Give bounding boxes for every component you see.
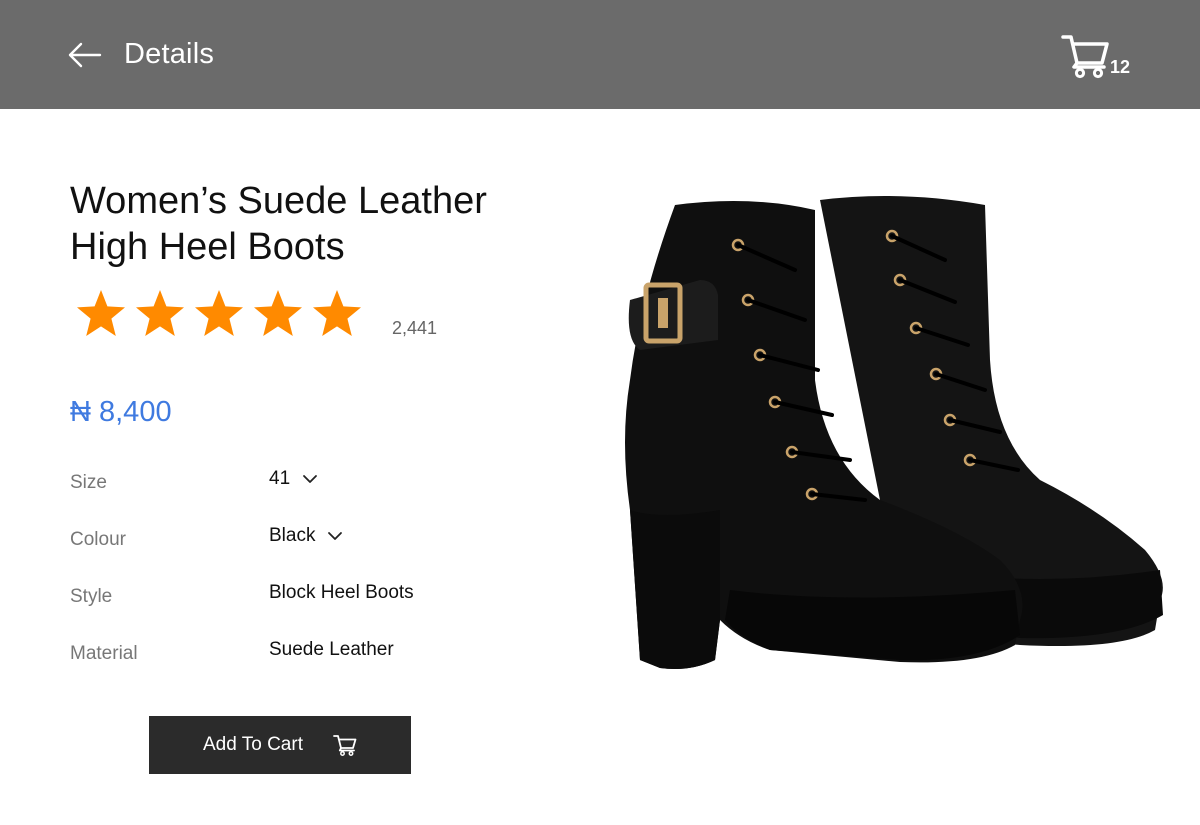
product-title: Women’s Suede Leather High Heel Boots: [70, 180, 487, 268]
rating-stars: [76, 288, 371, 344]
add-to-cart-button[interactable]: Add To Cart: [149, 716, 411, 774]
product-price: ₦ 8,400: [70, 396, 172, 428]
chevron-down-icon: [328, 532, 343, 540]
size-select[interactable]: 41: [269, 468, 318, 490]
star-icon: [77, 290, 125, 336]
spec-row-material: Material Suede Leather: [70, 639, 470, 673]
spec-label: Colour: [70, 529, 126, 550]
spec-row-size: Size 41: [70, 468, 470, 502]
size-value: 41: [269, 468, 291, 489]
material-value-text: Suede Leather: [269, 639, 394, 660]
spec-row-colour: Colour Black: [70, 525, 470, 559]
star-icon: [313, 290, 361, 336]
add-to-cart-label: Add To Cart: [203, 734, 303, 755]
cart-count-badge: 12: [1110, 57, 1131, 77]
spec-label: Size: [70, 472, 107, 493]
back-button[interactable]: [66, 40, 102, 70]
shopping-cart-icon: [1061, 35, 1109, 79]
style-value-text: Block Heel Boots: [269, 582, 414, 603]
rating-count: 2,441: [392, 318, 438, 338]
spec-row-style: Style Block Heel Boots: [70, 582, 470, 616]
star-icon: [254, 290, 302, 336]
colour-value: Black: [269, 525, 316, 546]
star-icon: [136, 290, 184, 336]
spec-label: Material: [70, 643, 138, 664]
arrow-left-icon: [68, 42, 102, 68]
material-value: Suede Leather: [269, 639, 394, 661]
star-icon: [195, 290, 243, 336]
chevron-down-icon: [303, 475, 318, 483]
cart-button[interactable]: 12: [1060, 33, 1140, 81]
style-value: Block Heel Boots: [269, 582, 414, 604]
shopping-cart-icon: [333, 735, 357, 756]
boots-image: [625, 196, 1163, 669]
spec-label: Style: [70, 586, 113, 607]
page-title: Details: [124, 38, 215, 70]
colour-select[interactable]: Black: [269, 525, 343, 547]
top-app-bar: Details 12: [0, 0, 1200, 109]
